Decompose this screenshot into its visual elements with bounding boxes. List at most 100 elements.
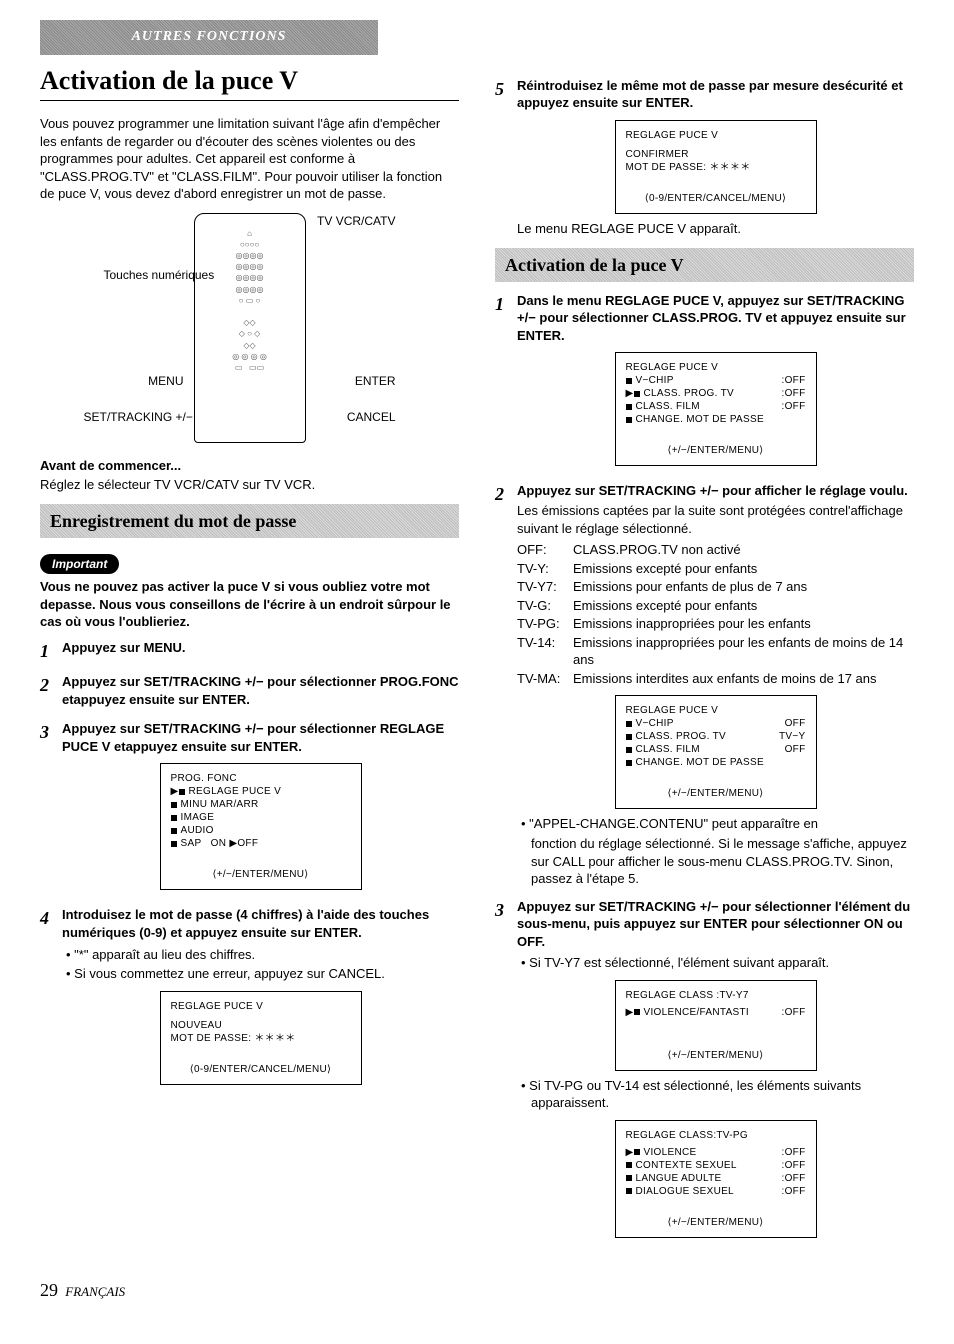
right-step-3-bullet2: Si TV-PG ou TV-14 est sélectionné, les é…	[531, 1077, 914, 1112]
screen-line: MOT DE PASSE: ＊＊＊＊	[626, 161, 806, 174]
right-step-2-body: Les émissions captées par la suite sont …	[517, 502, 914, 537]
intro-paragraph: Vous pouvez programmer une limitation su…	[40, 115, 459, 203]
screen-title: REGLAGE CLASS :TV-Y7	[626, 989, 806, 1002]
important-badge: Important	[40, 554, 119, 574]
rating-label: TV-Y:	[517, 560, 573, 578]
label-tv-vcr-catv: TV VCR/CATV	[317, 213, 395, 229]
screen-value: TV−Y	[779, 730, 806, 743]
label-set-tracking: SET/TRACKING +/−	[84, 409, 184, 425]
appel-change-body: fonction du réglage sélectionné. Si le m…	[531, 835, 914, 888]
rating-desc: Emissions excepté pour enfants	[573, 597, 757, 615]
rating-label: TV-PG:	[517, 615, 573, 633]
screen-title: REGLAGE CLASS:TV-PG	[626, 1129, 806, 1142]
screen-footer: ⟨+/−/ENTER/MENU⟩	[626, 787, 806, 800]
before-start-heading: Avant de commencer...	[40, 457, 459, 475]
ratings-table: OFF:CLASS.PROG.TV non activé TV-Y:Emissi…	[517, 541, 914, 687]
screen-line: DIALOGUE SEXUEL	[636, 1186, 734, 1197]
screen-value: :OFF	[782, 1185, 806, 1198]
rating-label: TV-G:	[517, 597, 573, 615]
screen-footer: ⟨+/−/ENTER/MENU⟩	[626, 1216, 806, 1229]
rating-desc: Emissions excepté pour enfants	[573, 560, 757, 578]
step-4-bullet: Si vous commettez une erreur, appuyez su…	[76, 965, 459, 983]
step-3-text: Appuyez sur SET/TRACKING +/− pour sélect…	[62, 720, 459, 755]
step-4-bullet: "*" apparaît au lieu des chiffres.	[76, 946, 459, 964]
screen-footer: ⟨0-9/ENTER/CANCEL/MENU⟩	[171, 1063, 351, 1076]
screen-line: CLASS. FILM	[636, 401, 700, 412]
screen-nouveau-mdp: REGLAGE PUCE V NOUVEAU MOT DE PASSE: ＊＊＊…	[160, 991, 362, 1085]
screen-line: REGLAGE PUCE V	[189, 786, 282, 797]
right-step-2-head: Appuyez sur SET/TRACKING +/− pour affich…	[517, 482, 914, 500]
screen-line: CLASS. PROG. TV	[636, 731, 726, 742]
step-number: 3	[40, 720, 62, 896]
right-column: 5 Réintroduisez le même mot de passe par…	[495, 59, 914, 1254]
screen-footer: ⟨+/−/ENTER/MENU⟩	[626, 1049, 806, 1062]
screen-line: IMAGE	[181, 812, 215, 823]
screen-value: OFF	[785, 743, 806, 756]
rating-desc: CLASS.PROG.TV non activé	[573, 541, 741, 559]
screen-title: REGLAGE PUCE V	[626, 704, 806, 717]
section-header-band: AUTRES FONCTIONS	[40, 20, 378, 55]
page-footer: 29 FRANÇAIS	[40, 1278, 914, 1302]
remote-inner-graphic: ⌂○○○○◎◎◎◎◎◎◎◎◎◎◎◎◎◎◎◎○ ▭ ○◇◇◇ ○ ◇◇◇◎ ◎ ◎…	[195, 214, 305, 373]
screen-line: CLASS. PROG. TV	[644, 388, 734, 399]
screen-value: :OFF	[782, 1159, 806, 1172]
screen-line: LANGUE ADULTE	[636, 1173, 722, 1184]
screen-line: CLASS. FILM	[636, 744, 700, 755]
step-number: 4	[40, 906, 62, 1090]
screen-line: V−CHIP	[636, 375, 674, 386]
title-rule	[40, 100, 459, 101]
rating-desc: Emissions inappropriées pour les enfants…	[573, 634, 914, 669]
appel-change-bullet: "APPEL-CHANGE.CONTENU" peut apparaître e…	[531, 815, 914, 833]
page-number: 29	[40, 1280, 58, 1300]
step-1-text: Appuyez sur MENU.	[62, 639, 459, 657]
screen-line: NOUVEAU	[171, 1019, 351, 1032]
screen-line: ON ▶OFF	[211, 838, 259, 849]
screen-value: :OFF	[782, 374, 806, 387]
page-title: Activation de la puce V	[40, 63, 459, 98]
screen-title: REGLAGE PUCE V	[626, 361, 806, 374]
right-step-3-text: Appuyez sur SET/TRACKING +/− pour sélect…	[517, 898, 914, 951]
screen-line: CONFIRMER	[626, 148, 806, 161]
screen-confirmer-mdp: REGLAGE PUCE V CONFIRMER MOT DE PASSE: ＊…	[615, 120, 817, 214]
remote-figure: ⌂○○○○◎◎◎◎◎◎◎◎◎◎◎◎◎◎◎◎○ ▭ ○◇◇◇ ○ ◇◇◇◎ ◎ ◎…	[40, 213, 459, 443]
step-number: 3	[495, 898, 517, 1244]
screen-line: SAP	[181, 838, 202, 849]
screen-title: REGLAGE PUCE V	[626, 129, 806, 142]
screen-value: OFF	[785, 717, 806, 730]
screen-line: MINU MAR/ARR	[181, 799, 259, 810]
remote-outline: ⌂○○○○◎◎◎◎◎◎◎◎◎◎◎◎◎◎◎◎○ ▭ ○◇◇◇ ○ ◇◇◇◎ ◎ ◎…	[194, 213, 306, 443]
rating-label: TV-MA:	[517, 670, 573, 688]
rating-desc: Emissions interdites aux enfants de moin…	[573, 670, 877, 688]
right-step-1-text: Dans le menu REGLAGE PUCE V, appuyez sur…	[517, 292, 914, 345]
before-start-body: Réglez le sélecteur TV VCR/CATV sur TV V…	[40, 476, 459, 494]
screen-footer: ⟨+/−/ENTER/MENU⟩	[171, 868, 351, 881]
screen-class-tvy7: REGLAGE CLASS :TV-Y7 ▶VIOLENCE/FANTASTI:…	[615, 980, 817, 1071]
section-record-password: Enregistrement du mot de passe	[40, 504, 459, 538]
screen-value: :OFF	[782, 387, 806, 400]
step-4-text: Introduisez le mot de passe (4 chiffres)…	[62, 906, 459, 941]
screen-value: :OFF	[782, 1172, 806, 1185]
screen-class-tvpg: REGLAGE CLASS:TV-PG ▶VIOLENCE:OFF CONTEX…	[615, 1120, 817, 1238]
step-number: 2	[40, 673, 62, 710]
rating-label: TV-Y7:	[517, 578, 573, 596]
screen-line: MOT DE PASSE: ＊＊＊＊	[171, 1032, 351, 1045]
step-number: 2	[495, 482, 517, 887]
screen-line: AUDIO	[181, 825, 214, 836]
screen-footer: ⟨+/−/ENTER/MENU⟩	[626, 444, 806, 457]
screen-value: :OFF	[782, 1006, 806, 1019]
section-activate-puce: Activation de la puce V	[495, 248, 914, 282]
important-body: Vous ne pouvez pas activer la puce V si …	[40, 578, 459, 631]
page-language: FRANÇAIS	[65, 1284, 125, 1299]
screen-line: VIOLENCE	[644, 1147, 697, 1158]
screen-title: REGLAGE PUCE V	[171, 1000, 351, 1013]
label-touches-num: Touches numériques	[104, 267, 184, 283]
screen-line: VIOLENCE/FANTASTI	[644, 1007, 750, 1018]
menu-appears-text: Le menu REGLAGE PUCE V apparaît.	[517, 220, 914, 238]
screen-footer: ⟨0-9/ENTER/CANCEL/MENU⟩	[626, 192, 806, 205]
step-2-text: Appuyez sur SET/TRACKING +/− pour sélect…	[62, 673, 459, 708]
screen-value: :OFF	[782, 1146, 806, 1159]
step-number: 1	[495, 292, 517, 473]
label-menu: MENU	[104, 373, 184, 389]
screen-line: CHANGE. MOT DE PASSE	[636, 414, 764, 425]
screen-line: V−CHIP	[636, 718, 674, 729]
